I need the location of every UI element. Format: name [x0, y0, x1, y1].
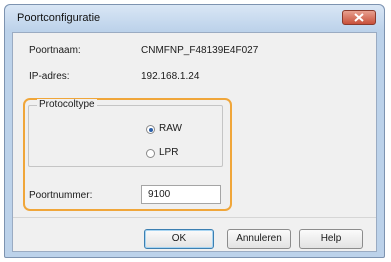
- ok-button[interactable]: OK: [144, 229, 214, 249]
- protocol-type-label: Protocoltype: [37, 99, 97, 110]
- window-title: Poortconfiguratie: [17, 12, 101, 24]
- help-button[interactable]: Help: [299, 229, 363, 249]
- raw-radio[interactable]: [146, 125, 155, 134]
- close-button[interactable]: [342, 10, 376, 25]
- port-number-label: Poortnummer:: [29, 190, 93, 201]
- separator: [13, 217, 376, 218]
- port-number-input[interactable]: 9100: [141, 185, 221, 204]
- lpr-radio[interactable]: [146, 149, 155, 158]
- title-bar[interactable]: Poortconfiguratie: [5, 5, 384, 31]
- dialog-body: Poortnaam: CNMFNP_F48139E4F027 IP-adres:…: [12, 32, 377, 252]
- lpr-radio-label[interactable]: LPR: [159, 147, 178, 158]
- ip-address-label: IP-adres:: [29, 71, 70, 82]
- protocol-type-group: Protocoltype: [28, 99, 223, 167]
- cancel-button[interactable]: Annuleren: [227, 229, 291, 249]
- raw-radio-label[interactable]: RAW: [159, 123, 182, 134]
- close-icon: [354, 13, 364, 22]
- ip-address-value: 192.168.1.24: [141, 71, 200, 82]
- port-configuration-dialog: Poortconfiguratie Poortnaam: CNMFNP_F481…: [4, 4, 385, 258]
- port-name-label: Poortnaam:: [29, 45, 81, 56]
- port-name-value: CNMFNP_F48139E4F027: [141, 45, 259, 56]
